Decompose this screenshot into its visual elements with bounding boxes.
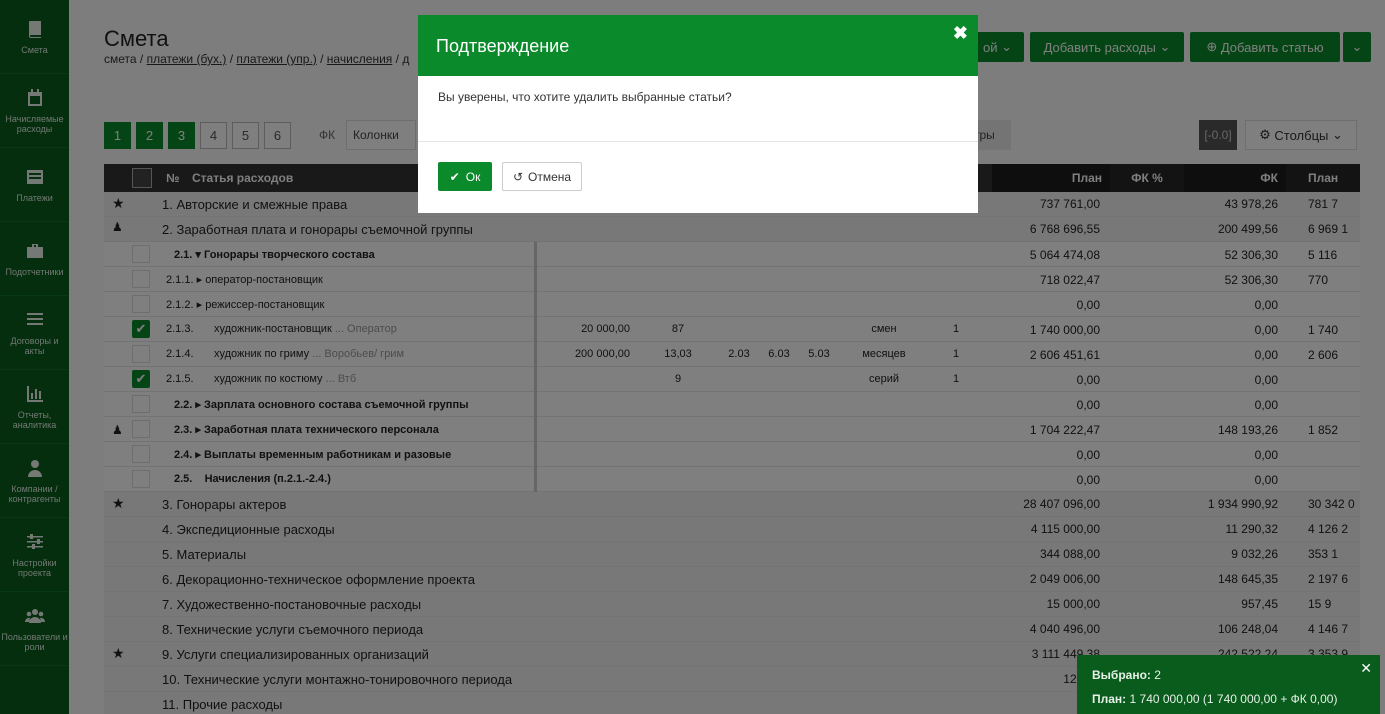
ok-button-label: Ок — [465, 169, 481, 184]
cancel-button[interactable]: ↺ Отмена — [502, 162, 582, 191]
plan-label: План: — [1092, 692, 1127, 706]
selection-summary: ✕ Выбрано: 2 План: 1 740 000,00 (1 740 0… — [1077, 655, 1380, 714]
close-icon[interactable]: ✕ — [1360, 660, 1372, 677]
dialog-body: Вы уверены, что хотите удалить выбранные… — [418, 76, 978, 142]
selected-label: Выбрано: — [1092, 668, 1151, 682]
dialog-footer: ✔ Ок ↺ Отмена — [418, 142, 978, 213]
undo-icon: ↺ — [512, 169, 523, 184]
dialog-title: Подтверждение — [436, 36, 570, 56]
dialog-header: Подтверждение ✖ — [418, 15, 978, 76]
plan-summary: 1 740 000,00 (1 740 000,00 + ФК 0,00) — [1129, 692, 1338, 706]
ok-button[interactable]: ✔ Ок — [438, 162, 492, 191]
check-icon: ✔ — [449, 169, 460, 184]
selected-count: 2 — [1154, 668, 1161, 682]
close-icon[interactable]: ✖ — [953, 23, 968, 44]
confirm-dialog: Подтверждение ✖ Вы уверены, что хотите у… — [418, 15, 978, 213]
dialog-message: Вы уверены, что хотите удалить выбранные… — [438, 90, 732, 104]
cancel-button-label: Отмена — [528, 169, 572, 184]
